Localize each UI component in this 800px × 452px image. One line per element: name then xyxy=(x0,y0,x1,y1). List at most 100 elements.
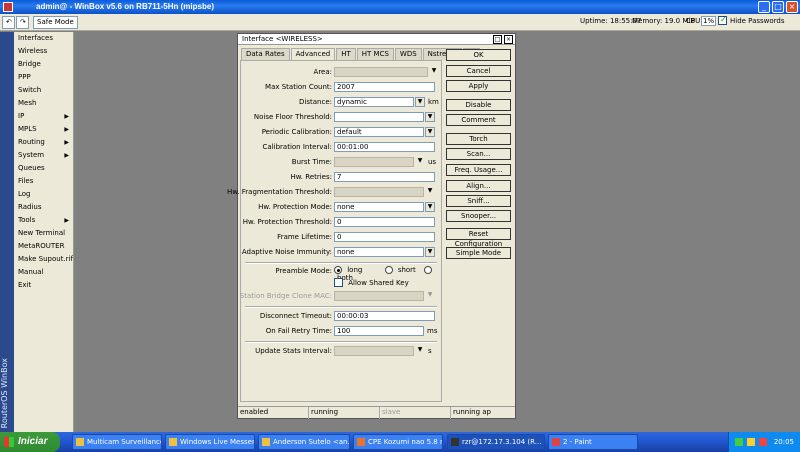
sidebar-item-files[interactable]: Files xyxy=(14,175,73,188)
station-bridge-clone-mac-field[interactable] xyxy=(334,291,424,301)
tab-wds[interactable]: WDS xyxy=(394,48,422,60)
windows-logo-icon xyxy=(4,437,14,447)
burst-time-label: Burst Time: xyxy=(291,158,332,166)
hw-fragmentation-threshold-field[interactable] xyxy=(334,187,424,197)
hw-protection-threshold-field[interactable]: 0 xyxy=(334,217,435,227)
dialog-close-icon[interactable]: × xyxy=(504,35,513,44)
window-title: admin@ - WinBox v5.6 on RB711-5Hn (mipsb… xyxy=(36,2,214,11)
sidebar-item-new-terminal[interactable]: New Terminal xyxy=(14,227,73,240)
adaptive-noise-immunity-select[interactable]: none xyxy=(334,247,424,257)
separator xyxy=(245,341,437,343)
redo-icon[interactable]: ↷ xyxy=(16,16,29,29)
ok-button[interactable]: OK xyxy=(446,49,511,61)
adaptive-noise-immunity-dropdown-icon[interactable]: ▼ xyxy=(425,247,435,257)
brand-text: RouterOS WinBox xyxy=(0,357,9,428)
disconnect-timeout-field[interactable]: 00:00:03 xyxy=(334,311,435,321)
sidebar-item-mpls[interactable]: MPLS ▶ xyxy=(14,123,73,136)
area-field[interactable] xyxy=(334,67,428,77)
burst-time-field[interactable] xyxy=(334,157,414,167)
network-icon[interactable] xyxy=(735,438,743,446)
sidebar-item-bridge[interactable]: Bridge xyxy=(14,58,73,71)
calibration-interval-field[interactable]: 00:01:00 xyxy=(334,142,435,152)
hw-fragmentation-dropdown-icon[interactable]: ▼ xyxy=(425,187,435,197)
submenu-arrow-icon: ▶ xyxy=(64,152,69,159)
sidebar-item-make-supout[interactable]: Make Supout.rif xyxy=(14,253,73,266)
task-messenger[interactable]: Windows Live Messen... xyxy=(165,434,255,450)
hide-passwords-checkbox[interactable] xyxy=(718,15,727,25)
update-stats-dropdown-icon[interactable]: ▼ xyxy=(415,346,425,356)
burst-time-dropdown-icon[interactable]: ▼ xyxy=(415,157,425,167)
preamble-long-radio[interactable] xyxy=(334,266,342,274)
simple-mode-button[interactable]: Simple Mode xyxy=(446,247,511,259)
preamble-short-radio[interactable] xyxy=(384,266,393,274)
sidebar-item-log[interactable]: Log xyxy=(14,188,73,201)
sidebar-item-metarouter[interactable]: MetaROUTER xyxy=(14,240,73,253)
restore-icon[interactable]: □ xyxy=(493,35,502,44)
sidebar-item-radius[interactable]: Radius xyxy=(14,201,73,214)
periodic-calibration-select[interactable]: default xyxy=(334,127,424,137)
task-multicam[interactable]: Multicam Surveillance ... xyxy=(72,434,162,450)
frame-lifetime-label: Frame Lifetime: xyxy=(277,233,332,241)
area-dropdown-icon[interactable]: ▼ xyxy=(429,67,439,77)
hw-protection-mode-select[interactable]: none xyxy=(334,202,424,212)
dialog-title-bar[interactable]: Interface <WIRELESS> □ × xyxy=(238,34,515,45)
periodic-calibration-dropdown-icon[interactable]: ▼ xyxy=(425,127,435,137)
cancel-button[interactable]: Cancel xyxy=(446,65,511,77)
sidebar-item-wireless[interactable]: Wireless xyxy=(14,45,73,58)
reset-configuration-button[interactable]: Reset Configuration xyxy=(446,228,511,248)
station-bridge-dropdown-icon[interactable]: ▼ xyxy=(425,291,435,301)
close-button[interactable]: × xyxy=(786,1,798,13)
align-button[interactable]: Align... xyxy=(446,180,511,192)
task-browser[interactable]: CPE Kozumi nao 5.8 n... xyxy=(353,434,443,450)
maximize-button[interactable]: □ xyxy=(772,1,784,13)
sidebar-item-tools[interactable]: Tools ▶ xyxy=(14,214,73,227)
update-stats-interval-field[interactable] xyxy=(334,346,414,356)
distance-label: Distance: xyxy=(299,98,332,106)
noise-floor-dropdown-icon[interactable]: ▼ xyxy=(425,112,435,122)
distance-dropdown-icon[interactable]: ▼ xyxy=(415,97,425,107)
allow-shared-key-checkbox[interactable] xyxy=(334,278,343,287)
comment-button[interactable]: Comment xyxy=(446,114,511,126)
tab-ht[interactable]: HT xyxy=(336,48,356,60)
scan-button[interactable]: Scan... xyxy=(446,148,511,160)
frame-lifetime-field[interactable]: 0 xyxy=(334,232,435,242)
volume-icon[interactable] xyxy=(747,438,755,446)
sidebar-item-system[interactable]: System ▶ xyxy=(14,149,73,162)
apply-button[interactable]: Apply xyxy=(446,80,511,92)
distance-unit: km xyxy=(428,98,439,106)
security-icon[interactable] xyxy=(759,438,767,446)
snooper-button[interactable]: Snooper... xyxy=(446,210,511,222)
noise-floor-threshold-field[interactable] xyxy=(334,112,424,122)
sidebar-item-routing[interactable]: Routing ▶ xyxy=(14,136,73,149)
sniff-button[interactable]: Sniff... xyxy=(446,195,511,207)
minimize-button[interactable]: _ xyxy=(758,1,770,13)
sidebar-item-ppp[interactable]: PPP xyxy=(14,71,73,84)
max-station-count-field[interactable]: 2007 xyxy=(334,82,435,92)
sidebar-item-interfaces[interactable]: Interfaces xyxy=(14,32,73,45)
task-paint[interactable]: 2 - Paint xyxy=(548,434,638,450)
on-fail-retry-time-field[interactable]: 100 xyxy=(334,326,424,336)
distance-field[interactable]: dynamic xyxy=(334,97,414,107)
task-label: CPE Kozumi nao 5.8 n... xyxy=(368,438,443,446)
disable-button[interactable]: Disable xyxy=(446,99,511,111)
sidebar-item-exit[interactable]: Exit xyxy=(14,279,73,292)
preamble-both-radio[interactable] xyxy=(424,266,433,274)
sidebar-item-manual[interactable]: Manual xyxy=(14,266,73,279)
sidebar-item-switch[interactable]: Switch xyxy=(14,84,73,97)
task-winbox[interactable]: rzr@172.17.3.104 (R... xyxy=(447,434,545,450)
undo-icon[interactable]: ↶ xyxy=(2,16,15,29)
station-bridge-clone-mac-label: Station Bridge Clone MAC: xyxy=(239,292,332,300)
tab-data-rates[interactable]: Data Rates xyxy=(241,48,290,60)
safe-mode-button[interactable]: Safe Mode xyxy=(33,16,78,29)
taskbar: Iniciar Multicam Surveillance ... Window… xyxy=(0,432,800,452)
hw-retries-field[interactable]: 7 xyxy=(334,172,435,182)
freq-usage-button[interactable]: Freq. Usage... xyxy=(446,164,511,176)
hw-protection-mode-dropdown-icon[interactable]: ▼ xyxy=(425,202,435,212)
tab-ht-mcs[interactable]: HT MCS xyxy=(356,48,394,60)
sidebar-item-queues[interactable]: Queues xyxy=(14,162,73,175)
torch-button[interactable]: Torch xyxy=(446,133,511,145)
task-email[interactable]: Anderson Sutelo <an... xyxy=(258,434,350,450)
start-button[interactable]: Iniciar xyxy=(0,432,60,452)
sidebar-item-ip[interactable]: IP ▶ xyxy=(14,110,73,123)
sidebar-item-mesh[interactable]: Mesh xyxy=(14,97,73,110)
